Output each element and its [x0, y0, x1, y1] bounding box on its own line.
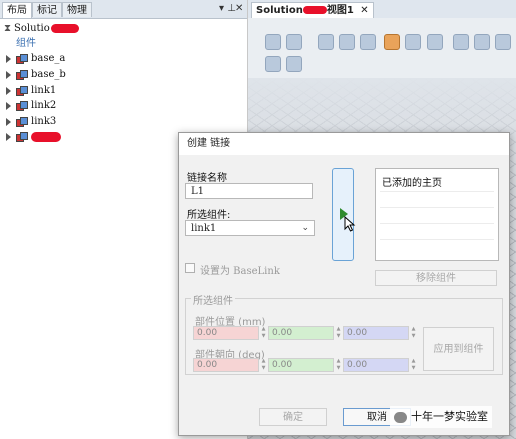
view-tabbar: Solution 视图1 ✕: [248, 0, 516, 19]
tree-item-label: link2: [31, 100, 57, 111]
expand-arrow-icon[interactable]: [6, 86, 11, 95]
list-divider: [380, 223, 494, 224]
panel-tabbar: 布局 标记 物理 ▾ ⊥ ✕: [0, 0, 247, 19]
link-name-label: 链接名称: [187, 173, 227, 184]
create-link-dialog: 创建 链接 链接名称 L1 所选组件: link1 ⌄ 已添加的主页 移除组件 …: [178, 132, 510, 436]
spin-arrows-icon[interactable]: ▲ ▼: [335, 326, 342, 340]
component-icon: [16, 117, 28, 127]
expand-arrow-icon[interactable]: [6, 101, 11, 110]
component-icon: [16, 101, 28, 111]
pan-view-icon[interactable]: [453, 34, 469, 50]
tree-item[interactable]: base_b: [6, 67, 66, 82]
component-icon: [16, 70, 28, 80]
rotate-view-icon[interactable]: [427, 34, 443, 50]
expand-arrow-icon[interactable]: [6, 132, 11, 141]
spin-arrows-icon[interactable]: ▲ ▼: [260, 358, 267, 372]
orientation-x-field[interactable]: 0.00: [193, 358, 259, 372]
tree-item-label: link3: [31, 116, 57, 127]
tree-group-components[interactable]: 组件: [16, 36, 36, 51]
tree-item-label: link1: [31, 85, 57, 96]
expand-arrow-icon[interactable]: [6, 54, 11, 63]
apply-to-component-button[interactable]: 应用到组件: [423, 327, 494, 371]
add-component-button[interactable]: [332, 168, 356, 261]
tree-item[interactable]: link1: [6, 83, 56, 98]
mouse-cursor-icon: [344, 216, 356, 232]
tree-item[interactable]: link2: [6, 98, 56, 113]
list-divider: [380, 191, 494, 192]
component-icon: [16, 132, 28, 142]
tree-item-label: base_a: [31, 53, 66, 64]
expand-arrow-icon[interactable]: [6, 117, 11, 126]
dialog-title: 创建 链接: [179, 133, 509, 155]
tab-view1[interactable]: Solution 视图1 ✕: [251, 2, 374, 18]
component-icon: [16, 54, 28, 64]
tree-root-label: Solutio: [14, 23, 50, 34]
group-title: 所选组件: [191, 292, 235, 307]
stop-simulation-icon[interactable]: [286, 56, 302, 72]
tab-layout[interactable]: 布局: [2, 2, 32, 18]
front-view-icon[interactable]: [339, 34, 355, 50]
view-toolbar: [248, 18, 516, 78]
selected-component-value: link1: [191, 223, 217, 234]
zoom-in-icon[interactable]: [474, 34, 490, 50]
redaction-mark: [302, 6, 327, 14]
spin-arrows-icon[interactable]: ▲ ▼: [410, 358, 417, 372]
hourglass-icon: ⧗: [4, 23, 12, 34]
tree-item-redacted[interactable]: [6, 129, 61, 144]
expand-arrow-icon[interactable]: [6, 70, 11, 79]
redaction-mark: [31, 131, 61, 142]
list-header: 已添加的主页: [382, 178, 442, 189]
wireframe-view-icon[interactable]: [286, 34, 302, 50]
position-x-field[interactable]: 0.00: [193, 326, 259, 340]
fit-view-icon[interactable]: [318, 34, 334, 50]
spin-arrows-icon[interactable]: ▲ ▼: [410, 326, 417, 340]
zoom-window-icon[interactable]: [405, 34, 421, 50]
tree-item[interactable]: base_a: [6, 51, 65, 66]
view-tab-label-suffix: 视图1: [326, 5, 354, 16]
play-simulation-icon[interactable]: [265, 56, 281, 72]
shaded-view-icon[interactable]: [265, 34, 281, 50]
added-components-list[interactable]: 已添加的主页: [375, 168, 499, 261]
component-icon: [16, 86, 28, 96]
tab-physics[interactable]: 物理: [62, 2, 92, 17]
tab-markers[interactable]: 标记: [32, 2, 62, 17]
list-divider: [380, 239, 494, 240]
chevron-down-icon: ⌄: [301, 223, 309, 233]
ok-button[interactable]: 确定: [259, 408, 327, 426]
list-divider: [380, 207, 494, 208]
zoom-out-icon[interactable]: [495, 34, 511, 50]
spin-arrows-icon[interactable]: ▲ ▼: [335, 358, 342, 372]
set-baselink-label: 设置为 BaseLink: [200, 266, 280, 277]
position-y-field[interactable]: 0.00: [268, 326, 334, 340]
wechat-icon: [394, 411, 407, 423]
orientation-z-field[interactable]: 0.00: [343, 358, 409, 372]
view-tab-label-prefix: Solution: [256, 5, 303, 16]
selected-component-dropdown[interactable]: link1 ⌄: [185, 220, 315, 236]
spin-arrows-icon[interactable]: ▲ ▼: [260, 326, 267, 340]
pin-icon[interactable]: ▾ ⊥: [219, 2, 236, 16]
close-icon[interactable]: ✕: [235, 2, 243, 16]
watermark-text: 十年一梦实验室: [411, 410, 488, 423]
render-icon[interactable]: [384, 34, 400, 50]
tree-item-label: base_b: [31, 69, 66, 80]
close-icon[interactable]: ✕: [360, 5, 368, 16]
tree-item[interactable]: link3: [6, 114, 56, 129]
orientation-y-field[interactable]: 0.00: [268, 358, 334, 372]
top-view-icon[interactable]: [360, 34, 376, 50]
set-baselink-checkbox[interactable]: [185, 263, 195, 273]
remove-component-button[interactable]: 移除组件: [375, 270, 497, 286]
redaction-mark: [50, 24, 79, 33]
selected-component-label: 所选组件:: [187, 210, 231, 221]
watermark: 十年一梦实验室: [390, 406, 492, 428]
tree-root[interactable]: ⧗ Solutio: [4, 21, 79, 36]
position-z-field[interactable]: 0.00: [343, 326, 409, 340]
link-name-field[interactable]: L1: [185, 183, 313, 199]
